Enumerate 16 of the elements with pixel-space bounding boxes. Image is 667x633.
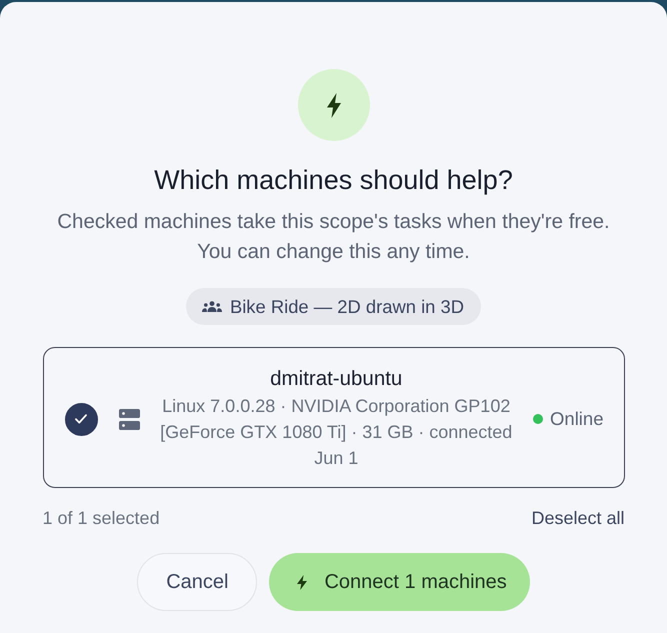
checkbox[interactable]	[64, 402, 98, 436]
bolt-icon	[297, 574, 308, 590]
connect-button[interactable]: Connect 1 machines	[269, 553, 530, 611]
checkmark-icon	[75, 414, 87, 424]
dialog-description: Checked machines take this scope's tasks when they're free. You can change this any time.	[56, 209, 611, 265]
status-text: Online	[550, 408, 604, 430]
machine-card[interactable]: dmitrat-ubuntu Linux 7.0.0.28 · NVIDIA Corporation GP102 [GeForce GTX 1080 Ti] · 31 GB · connected Jun 1 Online	[42, 347, 624, 488]
machine-details: Linux 7.0.0.28 · NVIDIA Corporation GP102 [GeForce GTX 1080 Ti] · 31 GB · connected Jun 1	[159, 395, 514, 470]
server-icon	[118, 408, 140, 430]
selection-count: 1 of 1 selected	[42, 508, 160, 528]
scope-name: Bike Ride — 2D drawn in 3D	[230, 296, 464, 318]
dialog-title: Which machines should help?	[154, 165, 513, 195]
machine-name: dmitrat-ubuntu	[269, 367, 404, 391]
cancel-button[interactable]: Cancel	[137, 553, 258, 611]
deselect-all-link[interactable]: Deselect all	[531, 508, 624, 528]
people-icon	[202, 301, 222, 312]
